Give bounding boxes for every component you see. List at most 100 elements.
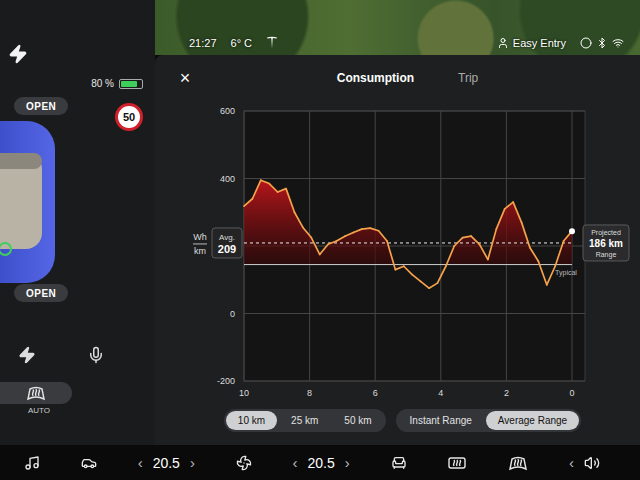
outside-temperature: 6° C — [231, 37, 253, 49]
consumption-segment — [353, 229, 361, 232]
popup-header: × Consumption Trip — [155, 55, 640, 95]
consumption-segment — [496, 209, 504, 229]
x-tick-label: 10 — [239, 388, 249, 398]
fan-icon — [236, 455, 252, 471]
bluetooth-icon[interactable] — [596, 37, 608, 49]
person-icon — [497, 37, 509, 49]
range-mode-button[interactable]: Instant Range — [398, 411, 484, 430]
consumption-segment — [437, 266, 445, 283]
seat-heater-button[interactable] — [389, 453, 409, 473]
temperature-value: 20.5 — [153, 455, 180, 471]
range-mode-button[interactable]: Average Range — [486, 411, 579, 430]
grid-line — [440, 111, 441, 381]
chart-controls: 10 km25 km50 km Instant RangeAverage Rang… — [155, 403, 640, 432]
battery-fill — [121, 81, 137, 87]
car-icon — [81, 455, 97, 471]
front-defrost-icon — [508, 455, 528, 471]
consumption-segment — [513, 202, 521, 222]
music-icon — [24, 455, 40, 471]
front-defrost-button[interactable] — [506, 453, 530, 473]
car-top-view-icon[interactable] — [0, 117, 60, 287]
svg-text:186 km: 186 km — [589, 238, 623, 249]
battery-reading: 80 % — [91, 78, 114, 89]
grid-line — [244, 111, 585, 112]
seat-icon — [391, 455, 407, 471]
distance-button[interactable]: 10 km — [226, 411, 277, 430]
dashcam-icon[interactable] — [580, 37, 592, 49]
car-area: OPENOPEN50 — [0, 97, 155, 302]
consumption-segment — [412, 275, 420, 282]
consumption-segment — [370, 228, 378, 231]
temp-up-button[interactable]: › — [343, 454, 352, 471]
x-tick-label: 0 — [569, 388, 574, 398]
x-tick-label: 2 — [504, 388, 509, 398]
status-bar: 21:276° CEasy Entry — [155, 0, 640, 55]
consumption-segment — [395, 266, 403, 269]
x-tick-label: 6 — [373, 388, 378, 398]
speaker-icon[interactable] — [584, 455, 600, 471]
quick-controls — [0, 344, 155, 366]
grid-line — [244, 178, 585, 179]
grid-line — [244, 381, 585, 382]
consumption-segment — [337, 236, 345, 241]
charge-button[interactable] — [16, 344, 38, 366]
lightning-icon — [18, 346, 36, 364]
svg-text:Avg.: Avg. — [219, 233, 235, 242]
tesla-logo-icon[interactable] — [266, 36, 278, 49]
car-button[interactable] — [79, 453, 99, 473]
consumption-segment — [471, 236, 479, 244]
temperature-value: 20.5 — [308, 455, 335, 471]
consumption-segment — [555, 241, 563, 266]
average-badge: Avg.209 — [212, 228, 242, 258]
profile-name: Easy Entry — [513, 37, 566, 49]
microphone-icon — [87, 346, 105, 364]
tab[interactable]: Trip — [458, 69, 478, 87]
consumption-segment — [429, 283, 437, 288]
wifi-icon[interactable] — [612, 37, 624, 49]
y-tick-label: -200 — [217, 376, 235, 386]
consumption-segment — [362, 228, 370, 229]
svg-text:km: km — [194, 246, 206, 256]
distance-button[interactable]: 25 km — [279, 411, 330, 430]
consumption-segment — [328, 241, 336, 244]
consumption-segment — [479, 244, 487, 259]
consumption-segment — [404, 266, 412, 274]
consumption-segment — [278, 189, 286, 192]
consumption-segment — [269, 184, 277, 192]
consumption-segment — [261, 180, 269, 183]
temp-down-button[interactable]: ‹ — [136, 454, 145, 471]
consumption-chart: 6004000-2001086420WhkmAvg.209TypicalProj… — [155, 103, 640, 403]
rear-defrost-icon — [447, 455, 467, 471]
main-area: 21:276° CEasy Entry×ConsumptionTrip60040… — [155, 0, 640, 445]
media-button[interactable] — [22, 453, 42, 473]
consumption-segment — [311, 238, 319, 255]
unit-label: Wh km — [193, 232, 207, 256]
volume-down-button[interactable]: ‹ — [567, 454, 576, 471]
temp-down-button[interactable]: ‹ — [291, 454, 300, 471]
consumption-segment — [421, 281, 429, 288]
consumption-segment — [530, 248, 538, 262]
voice-button[interactable] — [85, 344, 107, 366]
typical-line — [244, 264, 572, 265]
tabs: Consumption Trip — [205, 69, 600, 87]
open-frunk-button[interactable]: OPEN — [14, 97, 68, 115]
bottom-bar: ‹ 20.5 › ‹ 20.5 › ‹ — [0, 445, 640, 480]
status-icons — [580, 37, 624, 49]
driver-profile[interactable]: Easy Entry — [497, 37, 566, 49]
temp-up-button[interactable]: › — [188, 454, 197, 471]
open-trunk-button[interactable]: OPEN — [14, 284, 68, 302]
consumption-segment — [505, 202, 513, 209]
x-tick-label: 8 — [307, 388, 312, 398]
energy-popup: ×ConsumptionTrip6004000-2001086420WhkmAv… — [155, 55, 640, 445]
lightning-icon[interactable] — [8, 44, 28, 64]
svg-text:Wh: Wh — [193, 232, 207, 242]
y-tick-label: 0 — [230, 309, 235, 319]
fan-button[interactable] — [234, 453, 254, 473]
y-tick-label: 400 — [220, 174, 235, 184]
tab[interactable]: Consumption — [337, 69, 414, 87]
close-button[interactable]: × — [165, 67, 205, 89]
rear-defrost-button[interactable] — [445, 453, 469, 473]
defrost-button[interactable] — [0, 382, 72, 404]
distance-button[interactable]: 50 km — [332, 411, 383, 430]
end-point — [569, 228, 575, 234]
